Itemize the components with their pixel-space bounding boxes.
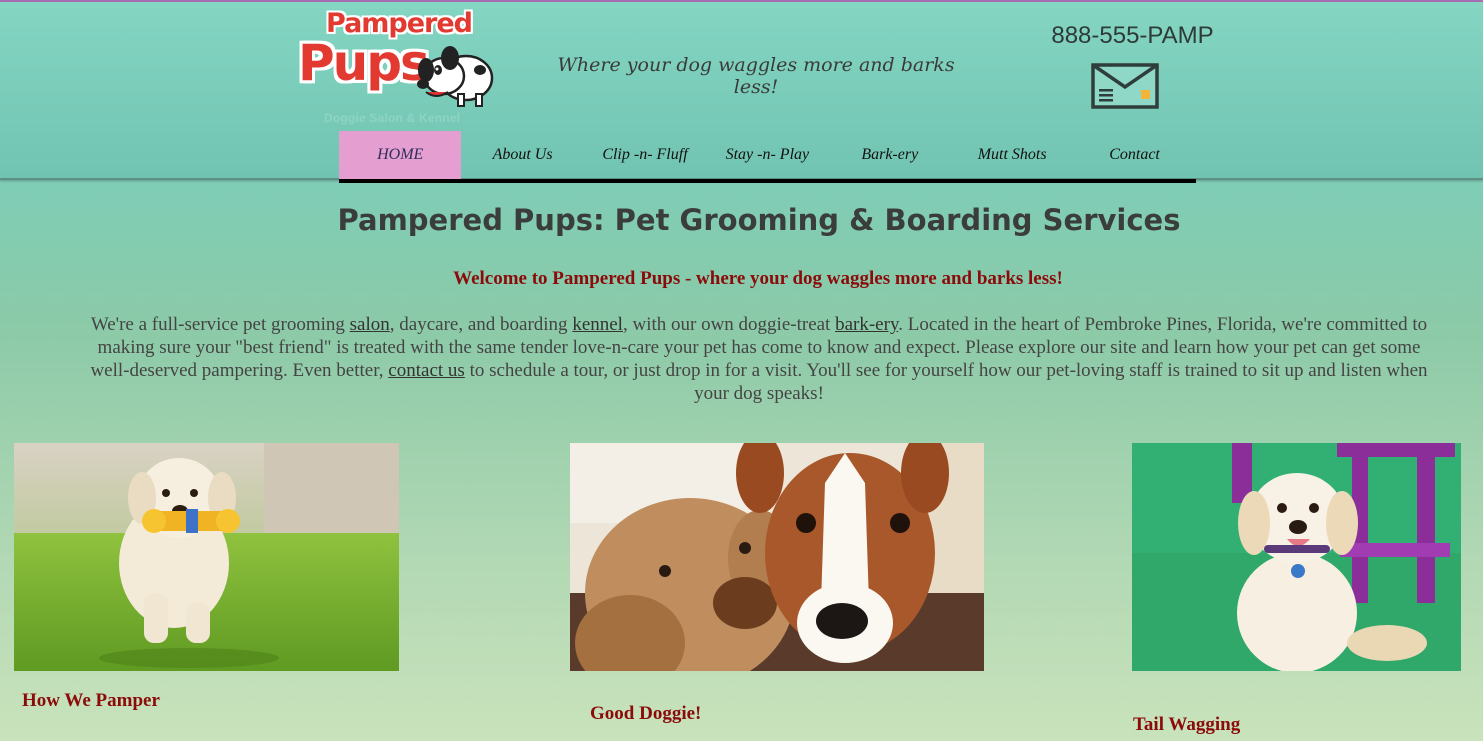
nav-contact[interactable]: Contact — [1073, 131, 1195, 179]
intro-text-3: , with our own doggie-treat — [622, 314, 836, 335]
nav-mutt-shots[interactable]: Mutt Shots — [951, 131, 1073, 179]
intro-paragraph: We're a full-service pet grooming salon,… — [80, 313, 1438, 405]
header-tagline: Where your dog waggles more and barks le… — [557, 54, 955, 98]
kennel-link[interactable]: kennel — [572, 314, 623, 335]
nav-about-us[interactable]: About Us — [461, 131, 583, 179]
dog-with-plush-photo — [570, 443, 984, 671]
contact-us-link[interactable]: contact us — [388, 360, 465, 381]
logo-subtitle: Doggie Salon & Kennel — [324, 111, 461, 125]
card-title-how-we-pamper: How We Pamper — [22, 690, 160, 711]
nav-stay-n-play[interactable]: Stay -n- Play — [706, 131, 828, 179]
card-title-tail-wagging: Tail Wagging — [1133, 714, 1241, 735]
salon-link[interactable]: salon — [350, 314, 390, 335]
golden-puppy-photo — [1132, 443, 1461, 671]
logo-word-pups: Pups — [298, 34, 430, 92]
site-logo[interactable]: Pampered Pups Doggie Salon & Kennel — [296, 6, 502, 130]
puppy-with-toy-photo — [14, 443, 399, 671]
envelope-icon[interactable] — [1091, 63, 1159, 109]
intro-text-2: , daycare, and boarding — [389, 314, 573, 335]
site-header: Pampered Pups Doggie Salon & Kennel Wher… — [0, 2, 1483, 183]
intro-text-1: We're a full-service pet grooming — [90, 314, 350, 335]
cartoon-dog-icon — [417, 46, 494, 107]
main-navigation: HOME About Us Clip -n- Fluff Stay -n- Pl… — [339, 131, 1196, 183]
page-title: Pampered Pups: Pet Grooming & Boarding S… — [337, 203, 1181, 237]
intro-text-5: to schedule a tour, or just drop in for … — [464, 360, 1428, 404]
nav-clip-n-fluff[interactable]: Clip -n- Fluff — [584, 131, 706, 179]
barkery-link[interactable]: bark-ery — [835, 314, 898, 335]
phone-number[interactable]: 888-555-PAMP — [1040, 22, 1225, 50]
card-title-good-doggie: Good Doggie! — [590, 703, 702, 724]
nav-home[interactable]: HOME — [339, 131, 462, 179]
nav-bark-ery[interactable]: Bark-ery — [829, 131, 951, 179]
welcome-heading: Welcome to Pampered Pups - where your do… — [453, 268, 1063, 289]
